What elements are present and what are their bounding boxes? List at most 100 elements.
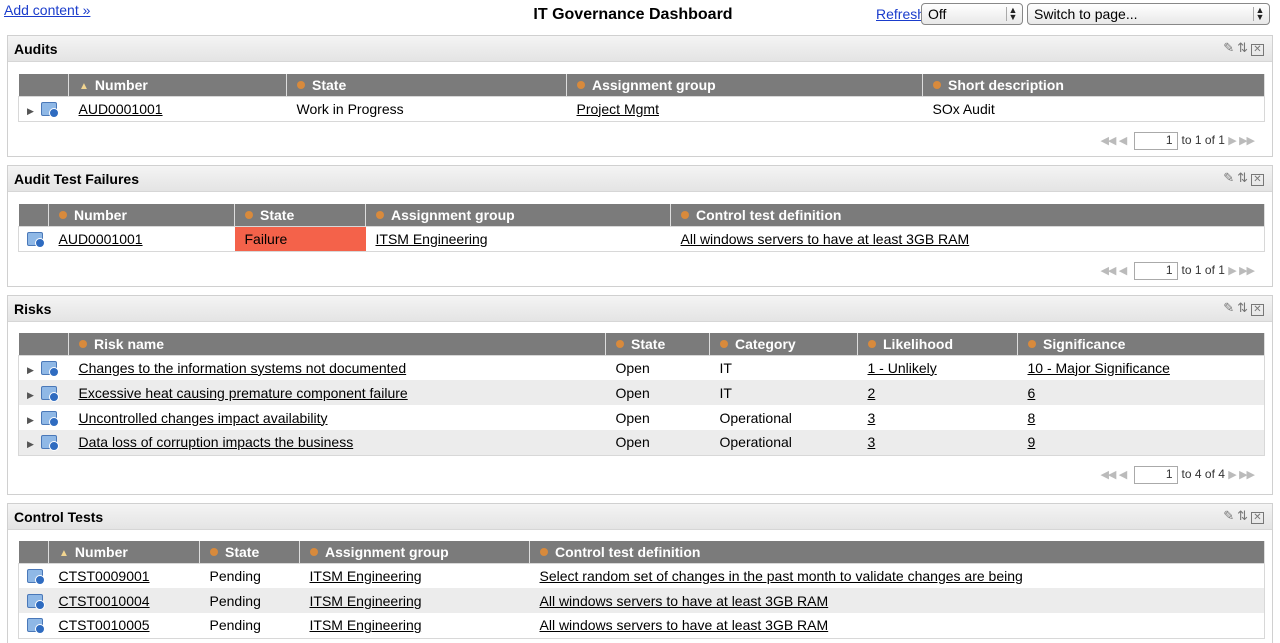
next-page-icon[interactable]: ▶: [1228, 265, 1237, 277]
expand-icon[interactable]: ▶: [27, 415, 41, 426]
next-page-icon[interactable]: ▶: [1228, 469, 1237, 481]
column-header[interactable]: Control test definition: [670, 204, 1265, 226]
column-menu-icon: [868, 339, 876, 348]
significance-link[interactable]: 10 - Major Significance: [1028, 360, 1170, 376]
record-number-link[interactable]: CTST0010005: [59, 617, 150, 633]
refresh-icon[interactable]: ⇅: [1237, 508, 1248, 523]
record-info-icon[interactable]: [41, 101, 59, 118]
page-input[interactable]: 1: [1133, 262, 1178, 280]
record-info-icon[interactable]: [41, 410, 59, 427]
close-icon[interactable]: ✕: [1251, 304, 1264, 316]
pager-range: to 1 of 1: [1181, 263, 1225, 278]
column-header[interactable]: Number: [48, 204, 235, 226]
expand-icon[interactable]: ▶: [27, 390, 41, 401]
significance-link[interactable]: 6: [1028, 385, 1036, 401]
prev-page-icon[interactable]: ◀: [1119, 135, 1128, 147]
sort-asc-icon: ▲: [79, 80, 89, 92]
refresh-icon[interactable]: ⇅: [1237, 170, 1248, 185]
definition-link[interactable]: All windows servers to have at least 3GB…: [540, 593, 829, 609]
first-page-icon[interactable]: ◀◀: [1100, 469, 1116, 481]
close-icon[interactable]: ✕: [1251, 512, 1264, 524]
audit-test-failures-panel: Audit Test Failures ✎ ⇅ ✕ Number State Ass…: [7, 165, 1273, 287]
column-header[interactable]: State: [286, 74, 567, 96]
column-menu-icon: [297, 80, 305, 89]
edit-icon[interactable]: ✎: [1223, 508, 1234, 523]
column-header[interactable]: Likelihood: [857, 333, 1018, 355]
column-header[interactable]: Assignment group: [365, 204, 671, 226]
column-header[interactable]: State: [605, 333, 710, 355]
column-header[interactable]: Assignment group: [566, 74, 923, 96]
edit-icon[interactable]: ✎: [1223, 170, 1234, 185]
group-link[interactable]: ITSM Engineering: [376, 231, 488, 247]
column-menu-icon: [720, 339, 728, 348]
column-header[interactable]: State: [199, 541, 300, 563]
column-header[interactable]: ▲ Number: [48, 541, 200, 563]
record-info-icon[interactable]: [27, 618, 45, 635]
risk-name-link[interactable]: Excessive heat causing premature compone…: [79, 385, 408, 401]
column-header[interactable]: Assignment group: [299, 541, 530, 563]
first-page-icon[interactable]: ◀◀: [1100, 265, 1116, 277]
select-arrows-icon: ▲ ▼: [1006, 6, 1019, 22]
expand-icon[interactable]: ▶: [27, 106, 41, 117]
page-input[interactable]: 1: [1133, 466, 1178, 484]
last-page-icon[interactable]: ▶▶: [1239, 135, 1255, 147]
significance-link[interactable]: 9: [1028, 434, 1036, 450]
refresh-icon[interactable]: ⇅: [1237, 300, 1248, 315]
record-number-link[interactable]: AUD0001001: [79, 101, 163, 117]
category-cell: Operational: [709, 430, 858, 455]
definition-link[interactable]: All windows servers to have at least 3GB…: [681, 231, 970, 247]
table-row: ▶ Uncontrolled changes impact availabili…: [18, 405, 1265, 430]
prev-page-icon[interactable]: ◀: [1119, 469, 1128, 481]
column-header[interactable]: State: [234, 204, 366, 226]
edit-icon[interactable]: ✎: [1223, 40, 1234, 55]
column-header[interactable]: Risk name: [68, 333, 606, 355]
risk-name-link[interactable]: Changes to the information systems not d…: [79, 360, 407, 376]
expand-icon[interactable]: ▶: [27, 365, 41, 376]
prev-page-icon[interactable]: ◀: [1119, 265, 1128, 277]
likelihood-link[interactable]: 1 - Unlikely: [868, 360, 937, 376]
record-number-link[interactable]: CTST0010004: [59, 593, 150, 609]
column-header[interactable]: Category: [709, 333, 858, 355]
record-info-icon[interactable]: [27, 593, 45, 610]
record-info-icon[interactable]: [41, 385, 59, 402]
edit-icon[interactable]: ✎: [1223, 300, 1234, 315]
close-icon[interactable]: ✕: [1251, 44, 1264, 56]
record-number-link[interactable]: CTST0009001: [59, 568, 150, 584]
risk-name-link[interactable]: Uncontrolled changes impact availability: [79, 410, 328, 426]
column-menu-icon: [933, 80, 941, 89]
last-page-icon[interactable]: ▶▶: [1239, 469, 1255, 481]
column-header[interactable]: ▲ Number: [68, 74, 287, 96]
refresh-icon[interactable]: ⇅: [1237, 40, 1248, 55]
category-cell: Operational: [709, 405, 858, 430]
switch-page-select[interactable]: Switch to page... ▲ ▼: [1027, 3, 1270, 25]
last-page-icon[interactable]: ▶▶: [1239, 265, 1255, 277]
significance-link[interactable]: 8: [1028, 410, 1036, 426]
refresh-interval-select[interactable]: Off ▲ ▼: [921, 3, 1023, 25]
column-header[interactable]: Control test definition: [529, 541, 1265, 563]
table-row: ▶ AUD0001001 Work in Progress Project Mg…: [18, 96, 1265, 121]
next-page-icon[interactable]: ▶: [1228, 135, 1237, 147]
close-icon[interactable]: ✕: [1251, 174, 1264, 186]
page-input[interactable]: 1: [1133, 132, 1178, 150]
column-header[interactable]: Short description: [922, 74, 1265, 96]
column-header[interactable]: Significance: [1017, 333, 1265, 355]
risk-name-link[interactable]: Data loss of corruption impacts the busi…: [79, 434, 354, 450]
record-info-icon[interactable]: [41, 435, 59, 452]
record-number-link[interactable]: AUD0001001: [59, 231, 143, 247]
refresh-link[interactable]: Refresh: [876, 6, 925, 22]
likelihood-link[interactable]: 2: [868, 385, 876, 401]
definition-link[interactable]: All windows servers to have at least 3GB…: [540, 617, 829, 633]
group-link[interactable]: ITSM Engineering: [310, 593, 422, 609]
group-link[interactable]: ITSM Engineering: [310, 617, 422, 633]
expand-icon[interactable]: ▶: [27, 439, 41, 450]
likelihood-link[interactable]: 3: [868, 434, 876, 450]
definition-link[interactable]: Select random set of changes in the past…: [540, 568, 1023, 584]
record-info-icon[interactable]: [41, 360, 59, 377]
record-info-icon[interactable]: [27, 568, 45, 585]
state-cell: Open: [605, 355, 710, 380]
group-link[interactable]: Project Mgmt: [577, 101, 659, 117]
record-info-icon[interactable]: [27, 231, 45, 248]
first-page-icon[interactable]: ◀◀: [1100, 135, 1116, 147]
likelihood-link[interactable]: 3: [868, 410, 876, 426]
group-link[interactable]: ITSM Engineering: [310, 568, 422, 584]
